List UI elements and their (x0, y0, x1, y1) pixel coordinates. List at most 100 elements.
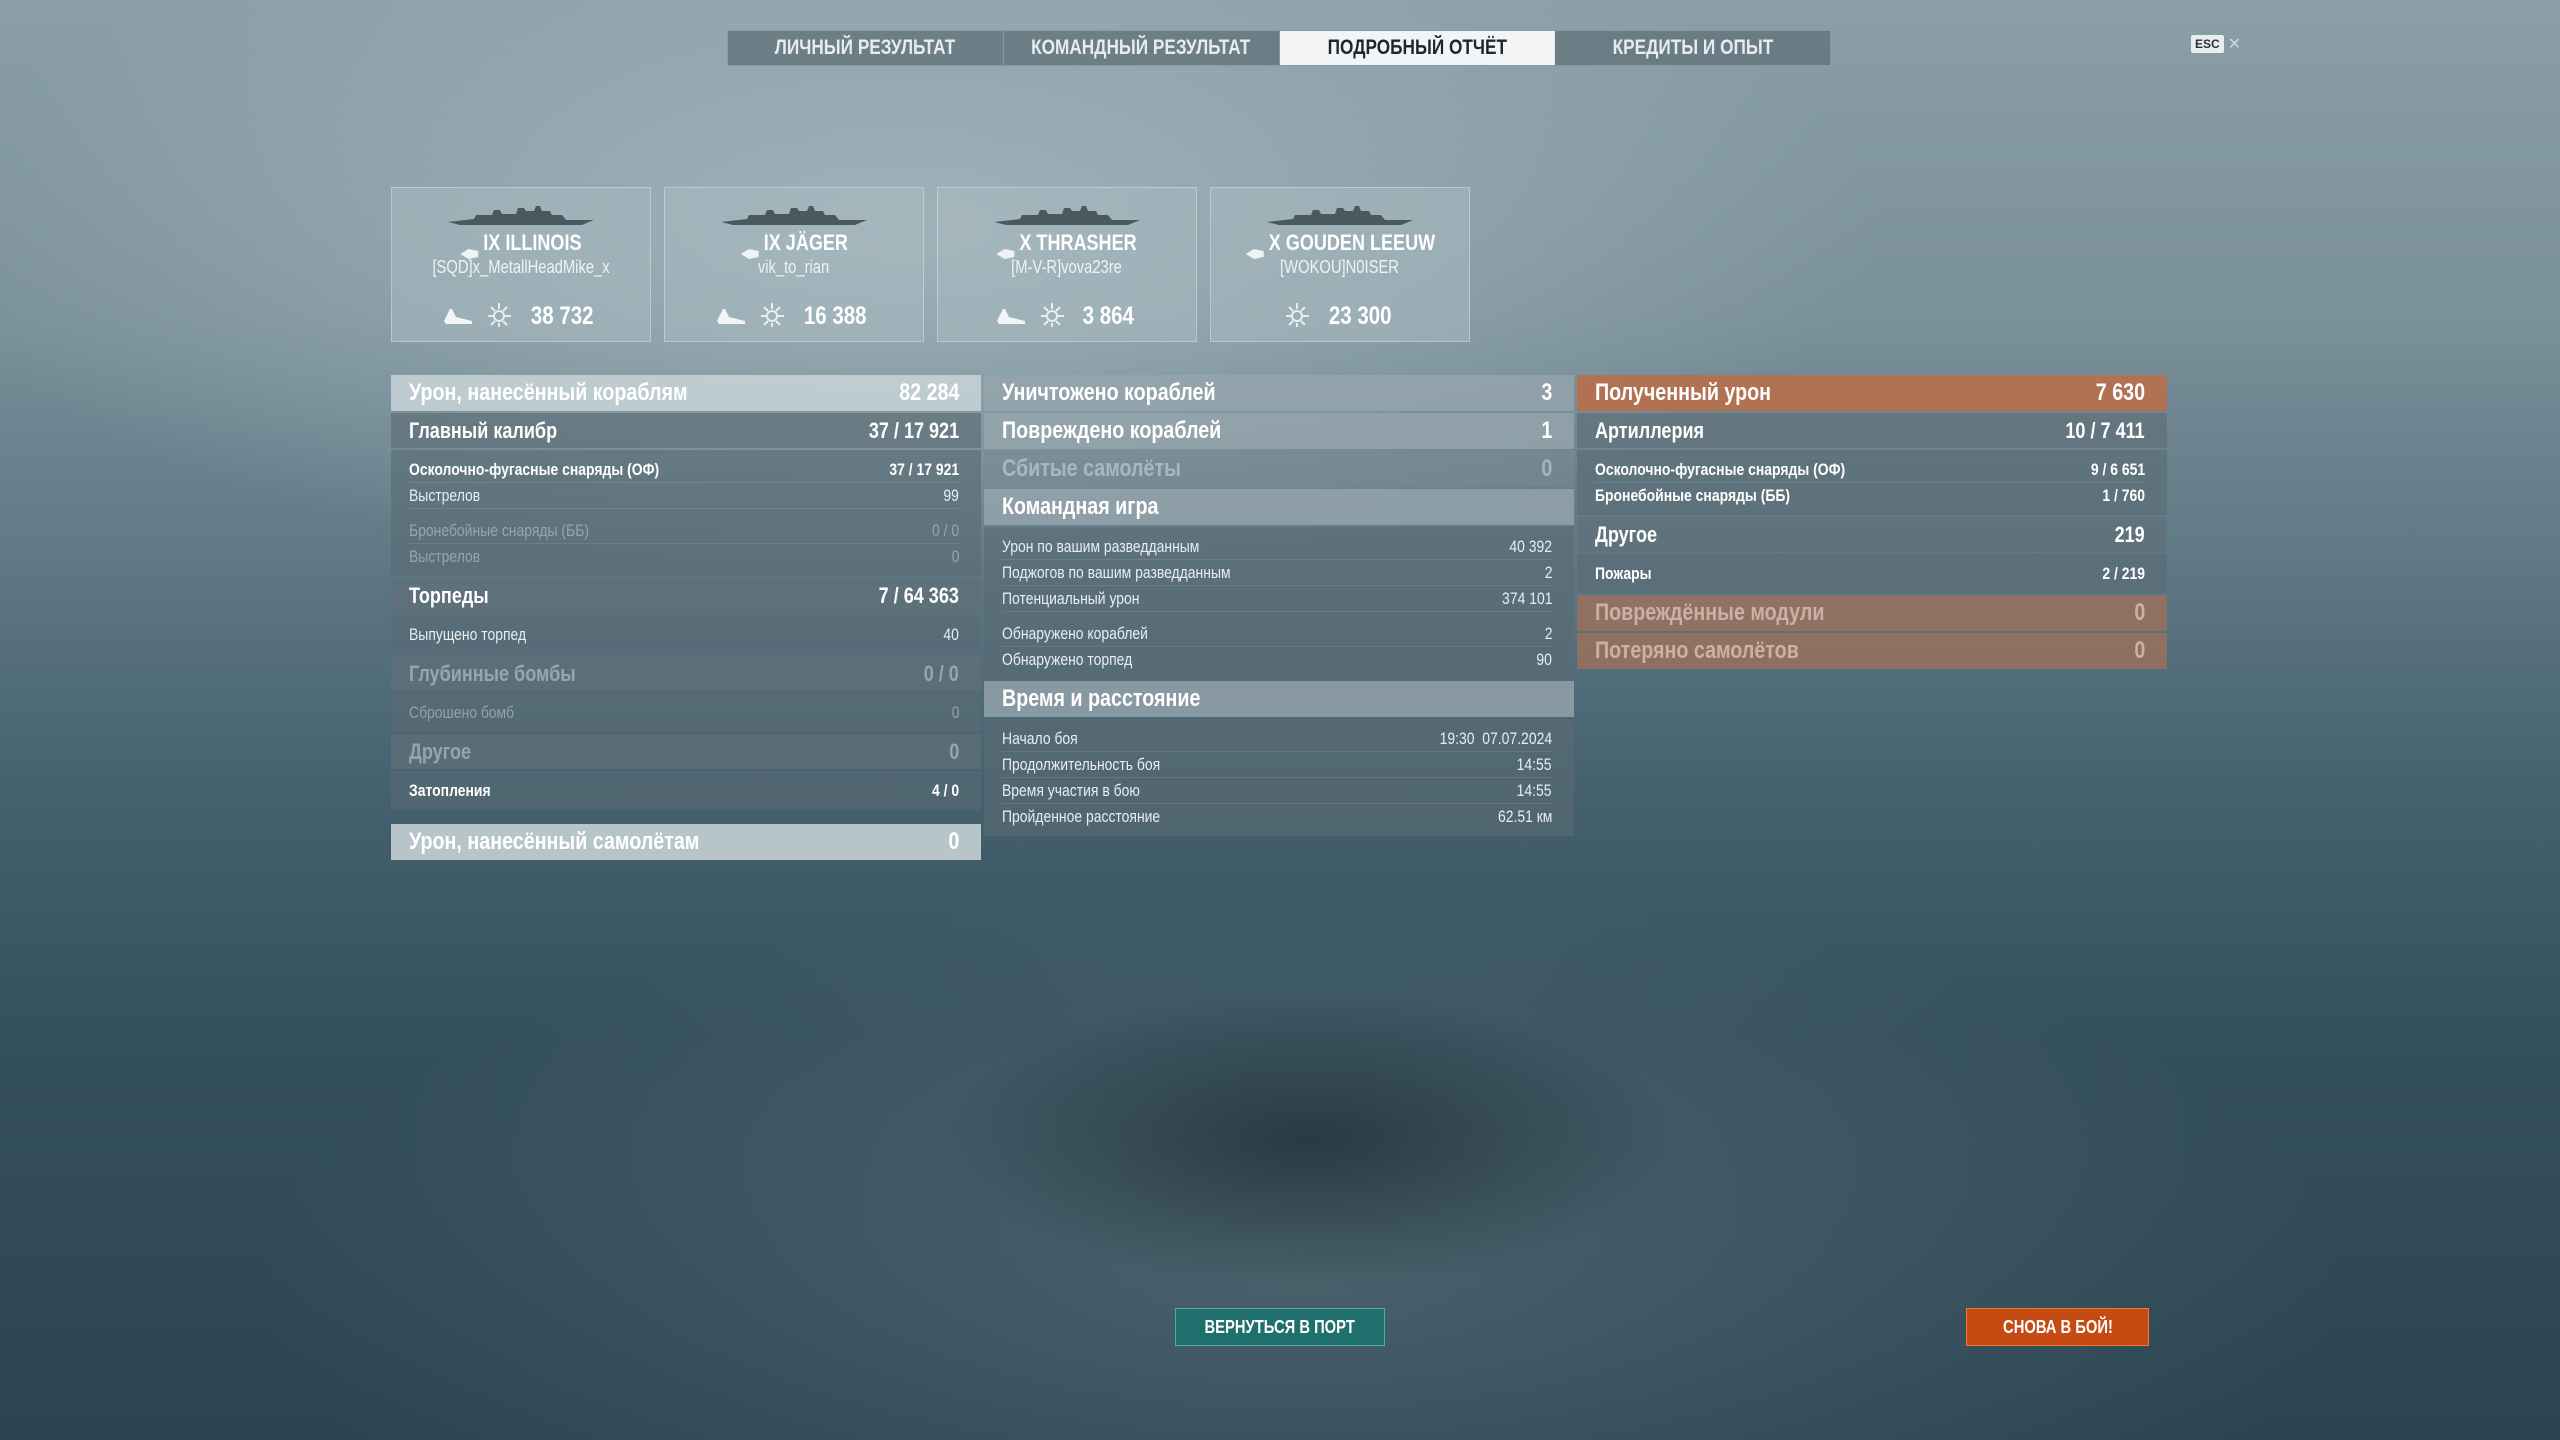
esc-key-hint: ESC (2191, 35, 2224, 53)
artillery-details: Осколочно-фугасные снаряды (ОФ) 9 / 6 651… (1577, 450, 2167, 515)
damage-received-header: Полученный урон 7 630 (1577, 375, 2167, 411)
bombs-dropped-row: Сброшено бомб 0 (409, 702, 959, 722)
received-other-row: Другое 219 (1577, 517, 2167, 552)
damage-icon (757, 299, 787, 334)
ship-name: ILLINOIS (505, 230, 582, 255)
received-ap-row: Бронебойные снаряды (ББ) 1 / 760 (1595, 485, 2145, 505)
ship-stats: 38 732 (392, 301, 650, 331)
return-to-port-button[interactable]: ВЕРНУТЬСЯ В ПОРТ (1175, 1308, 1385, 1346)
ship-class-icon (460, 239, 479, 260)
ap-shots-row: Выстрелов 0 (409, 546, 959, 566)
ship-silhouette-icon (1211, 202, 1469, 228)
depth-charges-row: Глубинные бомбы 0 / 0 (391, 656, 981, 691)
flooding-row: Затопления 4 / 0 (409, 780, 959, 800)
ship-tier: X (1268, 230, 1281, 255)
damage-received-column: Полученный урон 7 630 Артиллерия 10 / 7 41… (1577, 375, 2167, 671)
ship-card[interactable]: X THRASHER [M-V-R]vova23re 3 864 (937, 187, 1197, 342)
ship-damage-header: Урон, нанесённый кораблям 82 284 (391, 375, 981, 411)
player-name: [WOKOU]N0ISER (1280, 257, 1400, 277)
depth-charge-details: Сброшено бомб 0 (391, 693, 981, 732)
main-battery-row: Главный калибр 37 / 17 921 (391, 413, 981, 448)
participation-time-row: Время участия в бою 14:55 (1002, 778, 1552, 804)
battle-start-row: Начало боя 19:30 07.07.2024 (1002, 726, 1552, 752)
damage-icon (1037, 299, 1067, 334)
ship-title: IX ILLINOIS (392, 230, 650, 260)
ships-destroyed-header: Уничтожено кораблей 3 (984, 375, 1574, 411)
player-name: [M-V-R]vova23re (1011, 257, 1123, 277)
ship-card[interactable]: IX JÄGER vik_to_rian 16 388 (664, 187, 924, 342)
received-he-row: Осколочно-фугасные снаряды (ОФ) 9 / 6 651 (1595, 457, 2145, 483)
other-damage-row: Другое 0 (391, 734, 981, 769)
ship-stats: 16 388 (665, 301, 923, 331)
destroyed-icon (715, 303, 747, 330)
ship-tier: IX (483, 230, 501, 255)
ship-damage-value: 23 300 (1328, 301, 1392, 330)
player-name: [SQD]x_MetallHeadMike_x (432, 257, 610, 277)
ship-damage-value: 38 732 (530, 301, 594, 330)
spotting-fires-row: Поджогов по вашим разведданным 2 (1002, 560, 1552, 586)
torpedoes-row: Торпеды 7 / 64 363 (391, 578, 981, 613)
tab-detailed-report[interactable]: ПОДРОБНЫЙ ОТЧЁТ (1279, 31, 1556, 65)
ship-name: JÄGER (785, 230, 848, 255)
ship-damage-value: 3 864 (1082, 301, 1134, 330)
ship-title: X THRASHER (938, 230, 1196, 260)
ships-damaged-header: Повреждено кораблей 1 (984, 413, 1574, 449)
ship-tier: X (1019, 230, 1032, 255)
ships-spotted-row: Обнаружено кораблей 2 (1002, 621, 1552, 647)
tab-team[interactable]: КОМАНДНЫЙ РЕЗУЛЬТАТ (1004, 31, 1280, 65)
fires-row: Пожары 2 / 219 (1595, 563, 2145, 583)
damage-icon (484, 299, 514, 334)
ship-class-icon (740, 239, 759, 260)
tab-label: ЛИЧНЫЙ РЕЗУЛЬТАТ (775, 36, 956, 59)
ship-name: GOUDEN LEEUW (1285, 230, 1435, 255)
tab-label: КРЕДИТЫ И ОПЫТ (1612, 36, 1773, 59)
ship-silhouette-icon (938, 202, 1196, 228)
damage-dealt-column: Урон, нанесённый кораблям 82 284 Главный … (391, 375, 981, 862)
tab-label: КОМАНДНЫЙ РЕЗУЛЬТАТ (1031, 36, 1251, 59)
battle-again-button[interactable]: СНОВА В БОЙ! (1966, 1308, 2149, 1346)
spotting-damage-row: Урон по вашим разведданным 40 392 (1002, 534, 1552, 560)
team-play-details: Урон по вашим разведданным 40 392 Поджого… (984, 527, 1574, 679)
planes-lost-header: Потеряно самолётов 0 (1577, 633, 2167, 669)
other-damage-details: Затопления 4 / 0 (391, 771, 981, 810)
ap-shells-row: Бронебойные снаряды (ББ) 0 / 0 (409, 518, 959, 544)
esc-close-button[interactable]: ESC ✕ (2191, 34, 2241, 54)
button-label: ВЕРНУТЬСЯ В ПОРТ (1204, 1316, 1356, 1337)
ship-card[interactable]: IX ILLINOIS [SQD]x_MetallHeadMike_x 38 732 (391, 187, 651, 342)
plane-damage-header: Урон, нанесённый самолётам 0 (391, 824, 981, 860)
ship-title: IX JÄGER (665, 230, 923, 260)
ship-silhouette-icon (665, 202, 923, 228)
potential-damage-row: Потенциальный урон 374 101 (1002, 586, 1552, 612)
torpedoes-launched-row: Выпущено торпед 40 (409, 624, 959, 644)
destroyed-icon (442, 303, 474, 330)
button-label: СНОВА В БОЙ! (2002, 1316, 2113, 1337)
main-battery-details: Осколочно-фугасные снаряды (ОФ) 37 / 17 9… (391, 450, 981, 576)
ship-title: X GOUDEN LEEUW (1211, 230, 1469, 260)
ship-class-icon (1245, 239, 1264, 260)
ship-card[interactable]: X GOUDEN LEEUW [WOKOU]N0ISER 23 300 (1210, 187, 1470, 342)
ship-stats: 3 864 (938, 301, 1196, 331)
general-stats-column: Уничтожено кораблей 3 Повреждено кораблей… (984, 375, 1574, 838)
time-distance-header: Время и расстояние (984, 681, 1574, 717)
tab-bar: ЛИЧНЫЙ РЕЗУЛЬТАТ КОМАНДНЫЙ РЕЗУЛЬТАТ ПОД… (727, 30, 1831, 66)
ship-damage-value: 16 388 (803, 301, 867, 330)
ship-stats: 23 300 (1211, 301, 1469, 331)
tab-credits-xp[interactable]: КРЕДИТЫ И ОПЫТ (1555, 31, 1830, 65)
tab-personal[interactable]: ЛИЧНЫЙ РЕЗУЛЬТАТ (728, 31, 1004, 65)
ship-tier: IX (763, 230, 781, 255)
ship-silhouette-icon (392, 202, 650, 228)
planes-shot-down-header: Сбитые самолёты 0 (984, 451, 1574, 487)
tab-label: ПОДРОБНЫЙ ОТЧЁТ (1327, 36, 1507, 59)
battle-duration-row: Продолжительность боя 14:55 (1002, 752, 1552, 778)
player-name: vik_to_rian (758, 257, 830, 277)
ship-name: THRASHER (1036, 230, 1138, 255)
close-icon: ✕ (2227, 36, 2242, 53)
team-play-header: Командная игра (984, 489, 1574, 525)
received-other-details: Пожары 2 / 219 (1577, 554, 2167, 593)
he-shells-row: Осколочно-фугасные снаряды (ОФ) 37 / 17 9… (409, 457, 959, 483)
ship-class-icon (996, 239, 1015, 260)
damage-icon (1282, 299, 1312, 334)
damaged-modules-header: Повреждённые модули 0 (1577, 595, 2167, 631)
he-shots-row: Выстрелов 99 (409, 483, 959, 509)
distance-row: Пройденное расстояние 62.51 км (1002, 806, 1552, 826)
